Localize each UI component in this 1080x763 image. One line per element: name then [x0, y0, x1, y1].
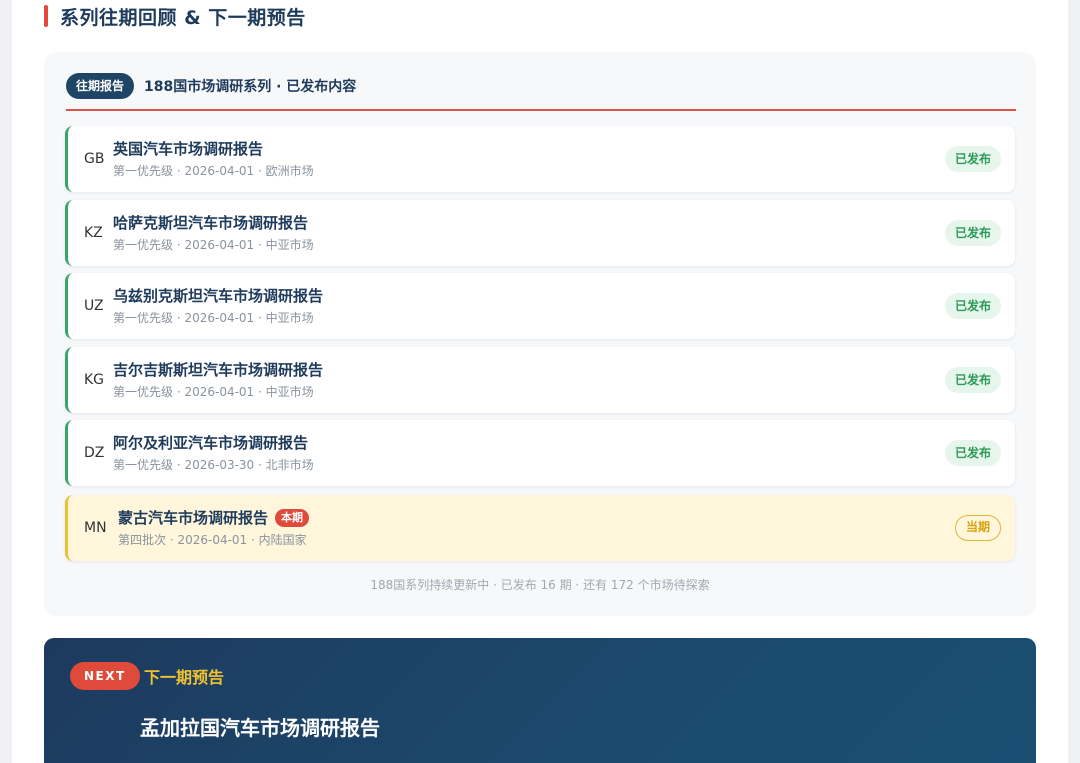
report-meta: 第一优先级 · 2026-04-01 · 欧洲市场 — [113, 164, 314, 178]
report-title[interactable]: 英国汽车市场调研报告 — [113, 138, 263, 159]
report-title[interactable]: 阿尔及利亚汽车市场调研报告 — [113, 432, 308, 453]
status-badge: 已发布 — [944, 367, 1001, 393]
report-title[interactable]: 乌兹别克斯坦汽车市场调研报告 — [113, 285, 323, 306]
archive-footer: 188国系列持续更新中 · 已发布 16 期 · 还有 172 个市场待探索 — [370, 578, 710, 592]
report-item-gb[interactable]: GB 英国汽车市场调研报告 第一优先级 · 2026-04-01 · 欧洲市场 … — [65, 126, 1015, 192]
report-meta: 第四批次 · 2026-04-01 · 内陆国家 — [118, 533, 307, 547]
page: 系列往期回顾 & 下一期预告 往期报告 188国市场调研系列 · 已发布内容 G… — [12, 0, 1068, 763]
report-meta: 第一优先级 · 2026-04-01 · 中亚市场 — [113, 385, 314, 399]
status-badge: 已发布 — [944, 293, 1001, 319]
status-badge: 已发布 — [944, 220, 1001, 246]
report-item-mn-current[interactable]: MN 蒙古汽车市场调研报告 本期 第四批次 · 2026-04-01 · 内陆国家… — [65, 495, 1015, 561]
status-badge: 已发布 — [944, 146, 1001, 172]
country-code: MN — [84, 520, 107, 536]
country-code: KG — [84, 372, 105, 388]
section-heading: 系列往期回顾 & 下一期预告 — [44, 4, 306, 29]
country-code: GB — [84, 151, 105, 167]
report-item-kg[interactable]: KG 吉尔吉斯斯坦汽车市场调研报告 第一优先级 · 2026-04-01 · 中… — [65, 347, 1015, 413]
country-code: DZ — [84, 445, 105, 461]
country-code: UZ — [84, 298, 104, 314]
report-meta: 第一优先级 · 2026-04-01 · 中亚市场 — [113, 238, 314, 252]
section-title: 系列往期回顾 & 下一期预告 — [60, 6, 306, 29]
next-pill: NEXT — [70, 662, 140, 690]
report-title[interactable]: 蒙古汽车市场调研报告 本期 — [118, 507, 310, 528]
report-item-uz[interactable]: UZ 乌兹别克斯坦汽车市场调研报告 第一优先级 · 2026-04-01 · 中… — [65, 273, 1015, 339]
next-label: 下一期预告 — [144, 668, 225, 687]
report-meta: 第一优先级 · 2026-04-01 · 中亚市场 — [113, 311, 314, 325]
archive-header: 往期报告 188国市场调研系列 · 已发布内容 — [66, 72, 356, 100]
archive-heading: 188国市场调研系列 · 已发布内容 — [144, 79, 357, 95]
current-issue-tag: 本期 — [275, 509, 310, 527]
accent-bar — [44, 5, 48, 27]
report-item-kz[interactable]: KZ 哈萨克斯坦汽车市场调研报告 第一优先级 · 2026-04-01 · 中亚… — [65, 200, 1015, 266]
report-title-text: 蒙古汽车市场调研报告 — [118, 509, 269, 527]
next-issue-panel: NEXT 下一期预告 孟加拉国汽车市场调研报告 — [44, 638, 1036, 763]
report-title[interactable]: 哈萨克斯坦汽车市场调研报告 — [113, 212, 308, 233]
report-title[interactable]: 吉尔吉斯斯坦汽车市场调研报告 — [113, 359, 323, 380]
archive-badge: 往期报告 — [66, 73, 135, 99]
status-badge: 已发布 — [944, 440, 1001, 466]
report-meta: 第一优先级 · 2026-03-30 · 北非市场 — [113, 458, 314, 472]
report-item-dz[interactable]: DZ 阿尔及利亚汽车市场调研报告 第一优先级 · 2026-03-30 · 北非… — [65, 420, 1015, 486]
divider — [66, 109, 1016, 111]
status-badge: 当期 — [954, 515, 1001, 541]
next-report-title[interactable]: 孟加拉国汽车市场调研报告 — [140, 712, 380, 741]
country-code: KZ — [84, 225, 103, 241]
archive-panel: 往期报告 188国市场调研系列 · 已发布内容 GB 英国汽车市场调研报告 第一… — [44, 52, 1036, 616]
